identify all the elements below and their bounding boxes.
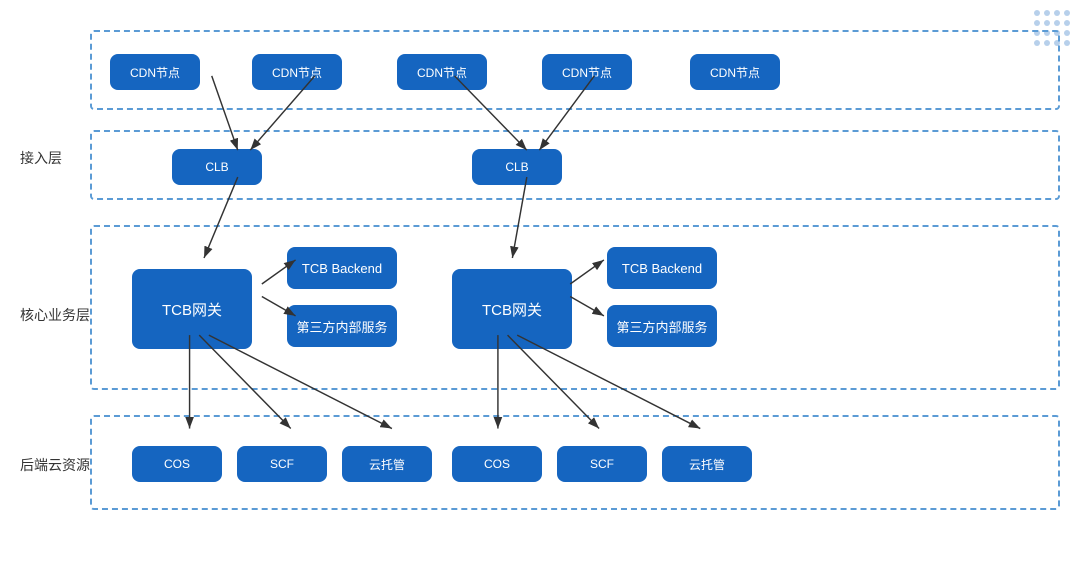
cdn-row-box: CDN节点 CDN节点 CDN节点 CDN节点 CDN节点 [90,30,1060,110]
cdn-node-3: CDN节点 [397,54,487,90]
tcb-gateway-right: TCB网关 [452,269,572,349]
third-party-right: 第三方内部服务 [607,305,717,347]
cos-right-node: COS [452,446,542,482]
cloud-mgr-left-node: 云托管 [342,446,432,482]
label-access-layer: 接入层 [20,148,62,168]
cdn-node-5: CDN节点 [690,54,780,90]
tcb-backend-right: TCB Backend [607,247,717,289]
diagram-area: CDN节点 CDN节点 CDN节点 CDN节点 CDN节点 CLB CLB [80,20,1070,549]
scf-right-node: SCF [557,446,647,482]
main-container: 接入层 核心业务层 后端云资源 CDN节点 CDN节点 CDN节点 CDN节点 … [0,0,1080,569]
cdn-node-4: CDN节点 [542,54,632,90]
third-party-left: 第三方内部服务 [287,305,397,347]
cdn-node-1: CDN节点 [110,54,200,90]
clb-left-node: CLB [172,149,262,185]
core-row-box: TCB网关 TCB Backend 第三方内部服务 TCB网关 TCB Back… [90,225,1060,390]
cos-left-node: COS [132,446,222,482]
clb-row-box: CLB CLB [90,130,1060,200]
tcb-gateway-left: TCB网关 [132,269,252,349]
clb-right-node: CLB [472,149,562,185]
cdn-node-2: CDN节点 [252,54,342,90]
tcb-backend-left: TCB Backend [287,247,397,289]
cloud-mgr-right-node: 云托管 [662,446,752,482]
scf-left-node: SCF [237,446,327,482]
backend-row-box: COS SCF 云托管 COS SCF 云托管 [90,415,1060,510]
